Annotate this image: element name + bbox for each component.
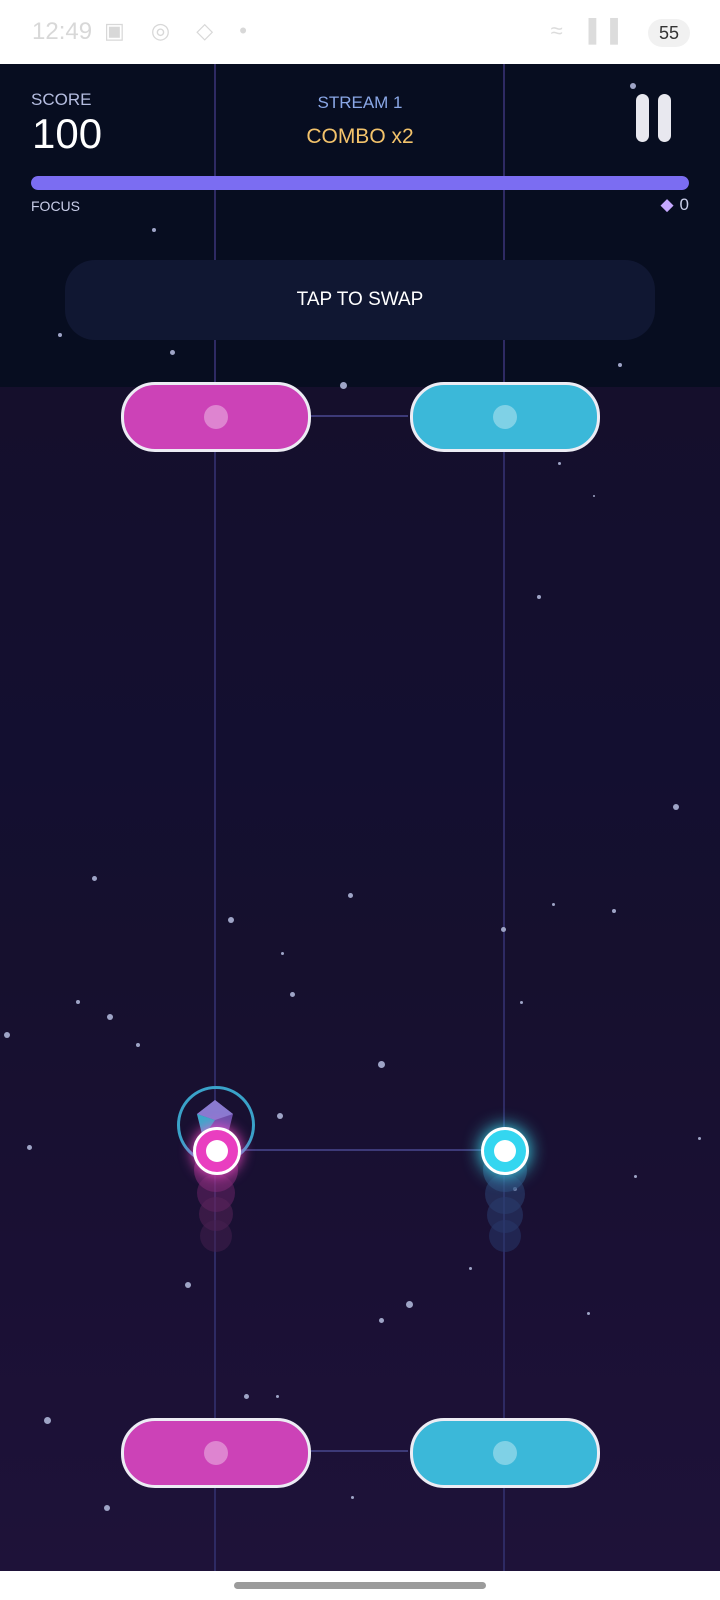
gate-dot (493, 1441, 517, 1465)
star (170, 350, 175, 355)
star (378, 1061, 385, 1068)
star (630, 83, 636, 89)
status-time: 12:49 (32, 18, 93, 45)
star (537, 595, 541, 599)
star (276, 1395, 279, 1398)
star (4, 1032, 10, 1038)
star (351, 1496, 354, 1499)
star (618, 363, 622, 367)
star (348, 893, 353, 898)
star (290, 992, 295, 997)
stream-label: STREAM 1 (317, 93, 403, 112)
star (281, 952, 284, 955)
star (58, 333, 62, 337)
top-gate-connector (308, 415, 408, 417)
focus-meter (31, 176, 689, 190)
notification-icons: ▣ ◎ ◇ • (104, 18, 257, 43)
star (469, 1267, 472, 1270)
star (698, 1137, 701, 1140)
star (520, 1001, 523, 1004)
navigation-bar (0, 1571, 720, 1600)
gate-dot (493, 405, 517, 429)
teal-orb-trail (489, 1220, 521, 1252)
battery-indicator: 55 (648, 19, 690, 47)
star (185, 1282, 191, 1288)
home-gesture-handle[interactable] (234, 1582, 486, 1589)
top-left-gate (121, 382, 311, 452)
star (501, 927, 506, 932)
pink-orb-trail (200, 1220, 232, 1252)
status-bar: 12:49 ▣ ◎ ◇ • ≈ ▐▐ 55 (0, 0, 720, 64)
star (379, 1318, 384, 1323)
star (593, 495, 595, 497)
gem-counter: ◆ 0 (660, 195, 689, 215)
star (27, 1145, 32, 1150)
game-canvas[interactable]: SCORE 100 STREAM 1 COMBO x2 FOCUS ◆ 0 TAP… (0, 64, 720, 1571)
cyan-player-orb[interactable] (481, 1127, 529, 1175)
signal-icon: ≈ ▐▐ (550, 18, 624, 43)
top-right-gate (410, 382, 600, 452)
gem-icon: ◆ (660, 195, 674, 214)
star (228, 917, 234, 923)
star (136, 1043, 140, 1047)
star (612, 909, 616, 913)
bottom-right-gate (410, 1418, 600, 1488)
focus-meter-fill (31, 176, 689, 190)
star (634, 1175, 637, 1178)
pause-button[interactable] (632, 94, 674, 146)
star (673, 804, 679, 810)
bottom-gate-connector (308, 1450, 408, 1452)
tap-to-swap-button[interactable]: TAP TO SWAP (65, 260, 655, 340)
star (406, 1301, 413, 1308)
star (340, 382, 347, 389)
focus-label: FOCUS (31, 198, 80, 214)
star (104, 1505, 110, 1511)
gate-dot (204, 1441, 228, 1465)
star (552, 903, 555, 906)
star (244, 1394, 249, 1399)
gem-count-value: 0 (679, 195, 689, 214)
combo-label: COMBO x2 (306, 125, 414, 148)
orb-connector (236, 1149, 482, 1151)
star (558, 462, 561, 465)
gate-dot (204, 405, 228, 429)
bottom-left-gate (121, 1418, 311, 1488)
star (152, 228, 156, 232)
pink-player-orb[interactable] (193, 1127, 241, 1175)
star (587, 1312, 590, 1315)
star (76, 1000, 80, 1004)
star (44, 1417, 51, 1424)
star (92, 876, 97, 881)
star (107, 1014, 113, 1020)
star (277, 1113, 283, 1119)
